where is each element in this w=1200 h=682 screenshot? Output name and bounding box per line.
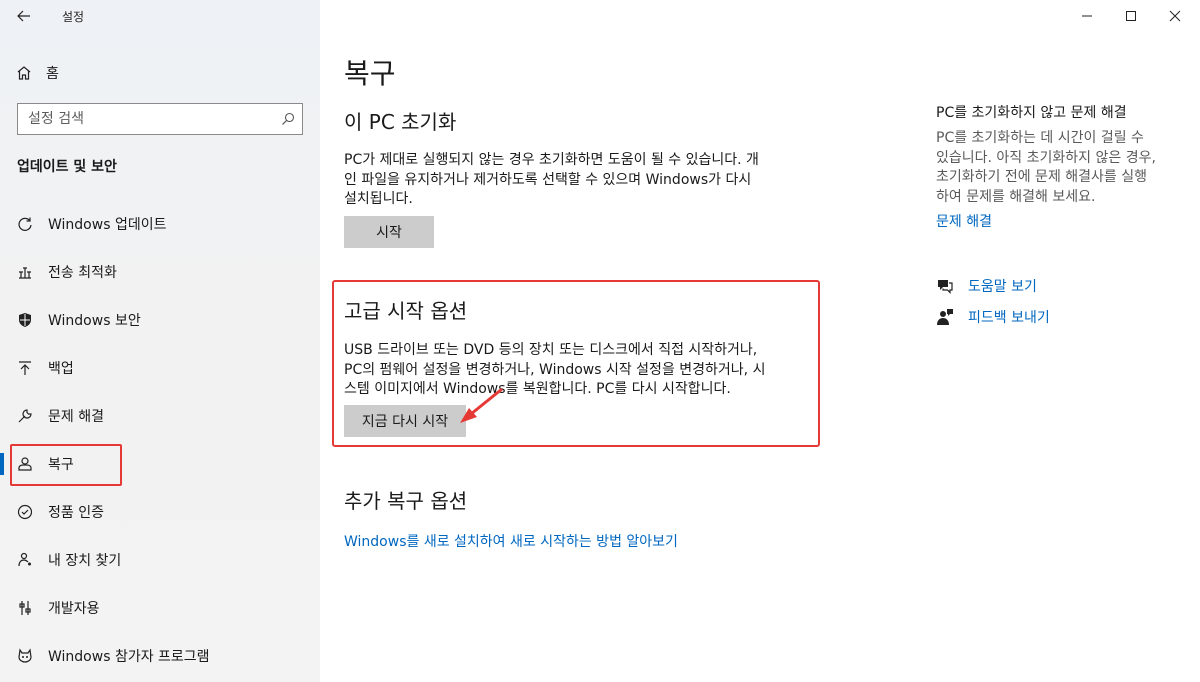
reset-pc-description: PC가 제대로 실행되지 않는 경우 초기화하면 도움이 될 수 있습니다. 개… bbox=[344, 151, 759, 210]
advanced-startup-description: USB 드라이브 또는 DVD 등의 장치 또는 디스크에서 직접 시작하거나,… bbox=[344, 341, 765, 400]
sidebar-item-label: 개발자용 bbox=[48, 601, 100, 617]
back-button[interactable] bbox=[12, 4, 36, 28]
sidebar-item-activation[interactable]: 정품 인증 bbox=[0, 488, 320, 536]
person-pin-icon bbox=[16, 551, 34, 569]
sidebar-item-label: Windows 보안 bbox=[48, 313, 141, 329]
search-box[interactable] bbox=[17, 103, 303, 135]
page-title: 복구 bbox=[344, 57, 396, 90]
sidebar-item-developers[interactable]: 개발자용 bbox=[0, 584, 320, 632]
sidebar-item-label: Windows 업데이트 bbox=[48, 217, 167, 233]
troubleshoot-link[interactable]: 문제 해결 bbox=[936, 211, 992, 231]
sidebar-item-windows-security[interactable]: Windows 보안 bbox=[0, 296, 320, 344]
close-icon bbox=[1169, 10, 1181, 22]
advanced-line: PC의 펌웨어 설정을 변경하거나, Windows 시작 설정을 변경하거나,… bbox=[344, 361, 766, 378]
feedback-icon bbox=[937, 309, 953, 325]
minimize-icon bbox=[1082, 15, 1092, 17]
sidebar-item-windows-update[interactable]: Windows 업데이트 bbox=[0, 200, 320, 248]
red-arrow-icon bbox=[460, 387, 503, 423]
help-chat-icon bbox=[938, 280, 953, 294]
sidebar-item-backup[interactable]: 백업 bbox=[0, 344, 320, 392]
restart-now-button[interactable]: 지금 다시 시작 bbox=[344, 405, 466, 437]
sidebar: 설정 홈 업데이트 및 보안 Windows 업데이트 전송 최적화 Windo… bbox=[0, 0, 320, 682]
home-label: 홈 bbox=[46, 66, 59, 82]
sidebar-item-label: 복구 bbox=[48, 457, 74, 473]
shield-icon bbox=[16, 311, 34, 329]
more-recovery-title: 추가 복구 옵션 bbox=[344, 489, 468, 513]
reset-line: 인 파일을 유지하거나 제거하도록 선택할 수 있으며 Windows가 다시 bbox=[344, 171, 752, 188]
get-help-label: 도움말 보기 bbox=[968, 279, 1037, 295]
reset-pc-title: 이 PC 초기화 bbox=[344, 110, 457, 134]
sidebar-item-delivery-optimization[interactable]: 전송 최적화 bbox=[0, 248, 320, 296]
check-circle-icon bbox=[16, 503, 34, 521]
sidebar-item-insider-program[interactable]: Windows 참가자 프로그램 bbox=[0, 632, 320, 680]
search-icon[interactable] bbox=[274, 104, 302, 134]
title-bar: 설정 bbox=[0, 0, 320, 32]
home-icon bbox=[17, 66, 31, 80]
sidebar-item-recovery[interactable]: 복구 bbox=[0, 440, 320, 488]
get-help-link[interactable]: 도움말 보기 bbox=[936, 275, 1037, 297]
upload-icon bbox=[16, 359, 34, 377]
maximize-button[interactable] bbox=[1108, 0, 1154, 32]
recovery-icon bbox=[16, 455, 34, 473]
section-title: 업데이트 및 보안 bbox=[17, 159, 117, 175]
related-line: 하여 문제를 해결해 보세요. bbox=[936, 188, 1096, 205]
related-line: 있습니다. 아직 초기화하지 않은 경우, bbox=[936, 149, 1156, 166]
close-button[interactable] bbox=[1152, 0, 1198, 32]
reset-start-button[interactable]: 시작 bbox=[344, 216, 434, 248]
related-title: PC를 초기화하지 않고 문제 해결 bbox=[936, 105, 1127, 121]
related-line: 초기화하기 전에 문제 해결사를 실행 bbox=[936, 169, 1147, 185]
refresh-icon bbox=[16, 215, 34, 233]
sidebar-item-label: 전송 최적화 bbox=[48, 265, 117, 281]
feedback-label: 피드백 보내기 bbox=[968, 310, 1050, 326]
maximize-icon bbox=[1126, 11, 1136, 21]
sidebar-item-troubleshoot[interactable]: 문제 해결 bbox=[0, 392, 320, 440]
sidebar-item-label: 내 장치 찾기 bbox=[48, 553, 122, 569]
app-title: 설정 bbox=[62, 10, 85, 24]
sidebar-item-label: 정품 인증 bbox=[48, 505, 104, 521]
related-description: PC를 초기화하는 데 시간이 걸릴 수 있습니다. 아직 초기화하지 않은 경… bbox=[936, 129, 1186, 207]
search-input[interactable] bbox=[18, 104, 274, 134]
back-arrow-icon bbox=[17, 10, 30, 22]
minimize-button[interactable] bbox=[1064, 0, 1110, 32]
sidebar-item-label: 문제 해결 bbox=[48, 409, 104, 425]
advanced-startup-title: 고급 시작 옵션 bbox=[344, 299, 468, 323]
sidebar-item-find-my-device[interactable]: 내 장치 찾기 bbox=[0, 536, 320, 584]
wrench-icon bbox=[16, 407, 34, 425]
delivery-icon bbox=[16, 263, 34, 281]
feedback-link[interactable]: 피드백 보내기 bbox=[936, 306, 1050, 328]
advanced-line: USB 드라이브 또는 DVD 등의 장치 또는 디스크에서 직접 시작하거나, bbox=[344, 342, 758, 358]
fresh-start-link[interactable]: Windows를 새로 설치하여 새로 시작하는 방법 알아보기 bbox=[344, 531, 678, 551]
advanced-line: 스템 이미지에서 Windows를 복원합니다. PC를 다시 시작합니다. bbox=[344, 381, 731, 397]
sidebar-item-label: Windows 참가자 프로그램 bbox=[48, 649, 210, 665]
developer-icon bbox=[16, 599, 34, 617]
sidebar-item-label: 백업 bbox=[48, 361, 74, 377]
insider-icon bbox=[16, 647, 34, 665]
reset-line: PC가 제대로 실행되지 않는 경우 초기화하면 도움이 될 수 있습니다. 개 bbox=[344, 152, 759, 168]
reset-line: 설치됩니다. bbox=[344, 191, 413, 207]
home-nav-item[interactable]: 홈 bbox=[16, 60, 59, 86]
related-line: PC를 초기화하는 데 시간이 걸릴 수 bbox=[936, 130, 1144, 146]
sidebar-nav: Windows 업데이트 전송 최적화 Windows 보안 백업 문제 해결 … bbox=[0, 200, 320, 680]
